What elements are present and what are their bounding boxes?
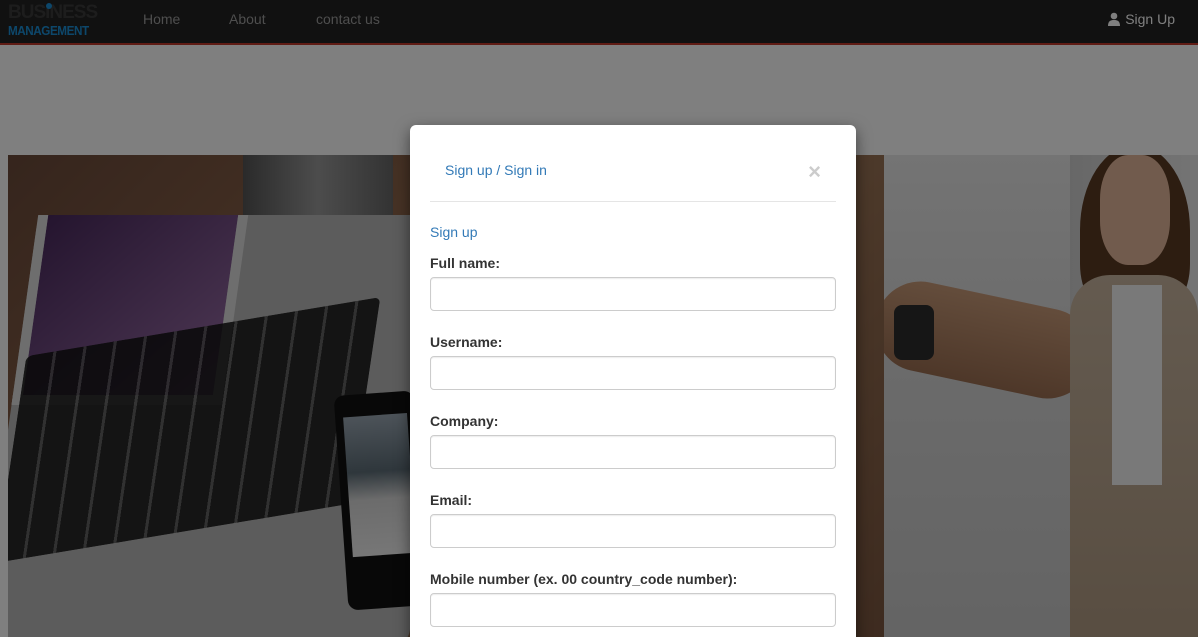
mobile-number-label: Mobile number (ex. 00 country_code numbe… [430, 571, 738, 587]
signup-section-title: Sign up [430, 224, 478, 240]
username-label: Username: [430, 334, 503, 350]
company-input[interactable] [430, 435, 836, 469]
modal-title: Sign up / Sign in [445, 162, 547, 178]
modal-header: Sign up / Sign in × [430, 125, 836, 202]
mobile-number-input[interactable] [430, 593, 836, 627]
full-name-input[interactable] [430, 277, 836, 311]
signup-modal: Sign up / Sign in × Sign up Full name: U… [410, 125, 856, 637]
email-label: Email: [430, 492, 473, 508]
username-input[interactable] [430, 356, 836, 390]
company-label: Company: [430, 413, 499, 429]
full-name-label: Full name: [430, 255, 501, 271]
close-icon[interactable]: × [808, 161, 821, 183]
email-input[interactable] [430, 514, 836, 548]
